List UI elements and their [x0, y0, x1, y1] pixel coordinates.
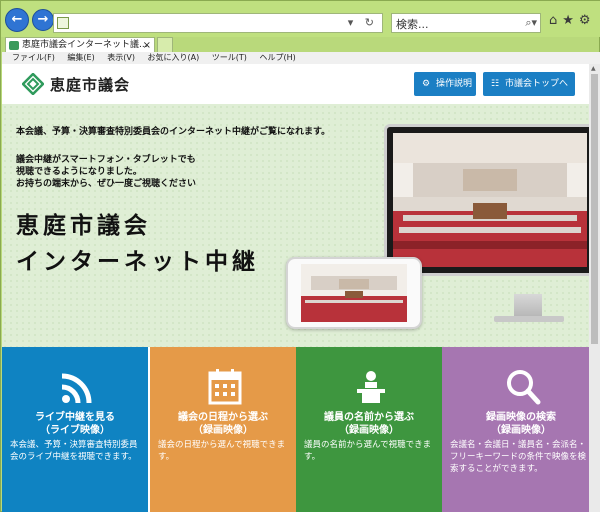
- menu-bar: ファイル(F) 編集(E) 表示(V) お気に入り(A) ツール(T) ヘルプ(…: [2, 52, 600, 64]
- back-button[interactable]: ←: [5, 8, 29, 32]
- member-description: 議員の名前から選んで視聴できます。: [304, 440, 432, 462]
- hero-title-line-1: 恵庭市議会: [16, 213, 151, 239]
- tab-title: 恵庭市議会インターネット議...: [22, 40, 148, 50]
- settings-gear-icon[interactable]: ⚙: [579, 13, 596, 28]
- guide-button[interactable]: ⚙ 操作説明: [414, 72, 476, 96]
- forward-button[interactable]: →: [32, 9, 54, 31]
- page-icon: [57, 17, 69, 29]
- live-stream-tile[interactable]: ライブ中継を見る （ライブ映像） 本会議、予算・決算審査特別委員会のライブ中継を視…: [2, 347, 148, 512]
- menu-tiles: ライブ中継を見る （ライブ映像） 本会議、予算・決算審査特別委員会のライブ中継を視…: [2, 347, 600, 512]
- wifi-icon: [61, 373, 92, 404]
- address-controls[interactable]: ▾ ↻: [348, 16, 378, 29]
- menu-help[interactable]: ヘルプ(H): [259, 52, 295, 64]
- search-box[interactable]: 検索... ⌕▾: [391, 13, 541, 33]
- live-stream-title: ライブ中継を見る: [35, 412, 115, 423]
- menu-file[interactable]: ファイル(F): [12, 52, 55, 64]
- member-title: 議員の名前から選ぶ: [324, 412, 414, 423]
- browser-toolbar: ← → ▾ ↻ 検索... ⌕▾ ⌂★⚙: [1, 1, 600, 37]
- gear-icon: ⚙: [422, 79, 431, 89]
- search-icon[interactable]: ⌕▾: [525, 16, 537, 30]
- member-tile[interactable]: 議員の名前から選ぶ （録画映像） 議員の名前から選んで視聴できます。: [296, 347, 442, 512]
- phone-chamber-image: [301, 264, 407, 322]
- video-search-tile[interactable]: 録画映像の検索 （録画映像） 会議名・会議日・議員名・会派名・フリーキーワードの条…: [442, 347, 600, 512]
- video-search-subtitle: （録画映像）: [491, 425, 551, 436]
- browser-window: ← → ▾ ↻ 検索... ⌕▾ ⌂★⚙ 恵庭市議会インターネット議... × …: [0, 0, 600, 512]
- video-search-description: 会議名・会議日・議員名・会派名・フリーキーワードの条件で映像を検索することができ…: [450, 440, 587, 474]
- video-search-title: 録画映像の検索: [486, 412, 556, 423]
- council-top-button[interactable]: ☷ 市議会トップへ: [483, 72, 575, 96]
- menu-edit[interactable]: 編集(E): [67, 52, 94, 64]
- live-stream-subtitle: （ライブ映像）: [40, 425, 110, 436]
- hero-intro-text: 本会議、予算・決算審査特別委員会のインターネット中継がご覧になれます。: [16, 127, 331, 137]
- menu-favorites[interactable]: お気に入り(A): [148, 52, 200, 64]
- site-header: 恵庭市議会 ⚙ 操作説明 ☷ 市議会トップへ: [2, 64, 600, 104]
- menu-view[interactable]: 表示(V): [107, 52, 135, 64]
- tab-strip: 恵庭市議会インターネット議... ×: [1, 37, 600, 53]
- schedule-description: 議会の日程から選んで視聴できます。: [158, 440, 286, 462]
- search-placeholder: 検索...: [396, 18, 429, 31]
- live-stream-description: 本会議、予算・決算審査特別委員会のライブ中継を視聴できます。: [10, 440, 138, 462]
- hero-title-line-2: インターネット中継: [16, 249, 259, 275]
- scroll-up-icon[interactable]: ▲: [591, 65, 596, 72]
- new-tab-button[interactable]: [157, 37, 173, 53]
- page-scrollbar[interactable]: ▲: [589, 64, 600, 512]
- calendar-icon: [208, 369, 242, 405]
- council-chamber-image: [393, 133, 587, 267]
- site-logo-text[interactable]: 恵庭市議会: [50, 74, 130, 95]
- search-icon: [507, 370, 541, 405]
- tab-close-icon[interactable]: ×: [143, 38, 151, 53]
- smartphone-image: [286, 257, 422, 329]
- speaker-podium-icon: [357, 371, 385, 403]
- hero-text-line-3: お持ちの端末から、ぜひ一度ご視聴ください: [16, 179, 197, 189]
- schedule-title: 議会の日程から選ぶ: [178, 412, 268, 423]
- schedule-subtitle: （録画映像）: [193, 425, 253, 436]
- member-subtitle: （録画映像）: [339, 425, 399, 436]
- browser-tab[interactable]: 恵庭市議会インターネット議... ×: [5, 37, 155, 53]
- tab-favicon-icon: [9, 41, 19, 50]
- home-icon[interactable]: ⌂: [549, 13, 562, 28]
- council-top-button-label: 市議会トップへ: [505, 79, 569, 89]
- hierarchy-icon: ☷: [491, 79, 500, 89]
- guide-button-label: 操作説明: [436, 79, 473, 89]
- monitor-stand: [514, 294, 542, 318]
- monitor-image: [384, 124, 596, 276]
- page-content: 恵庭市議会 ⚙ 操作説明 ☷ 市議会トップへ 本会議、予算・決算審査特別委員会の…: [2, 64, 600, 512]
- browser-tool-icons: ⌂★⚙: [549, 13, 596, 28]
- monitor-stand-base: [494, 316, 564, 322]
- city-logo-icon[interactable]: [22, 73, 44, 95]
- schedule-tile[interactable]: 議会の日程から選ぶ （録画映像） 議会の日程から選んで視聴できます。: [150, 347, 296, 512]
- favorites-star-icon[interactable]: ★: [562, 13, 579, 28]
- hero-banner: 本会議、予算・決算審査特別委員会のインターネット中継がご覧になれます。 議会中継…: [2, 104, 600, 347]
- address-bar[interactable]: ▾ ↻: [53, 13, 383, 33]
- scrollbar-thumb[interactable]: [591, 74, 598, 344]
- menu-tools[interactable]: ツール(T): [212, 52, 247, 64]
